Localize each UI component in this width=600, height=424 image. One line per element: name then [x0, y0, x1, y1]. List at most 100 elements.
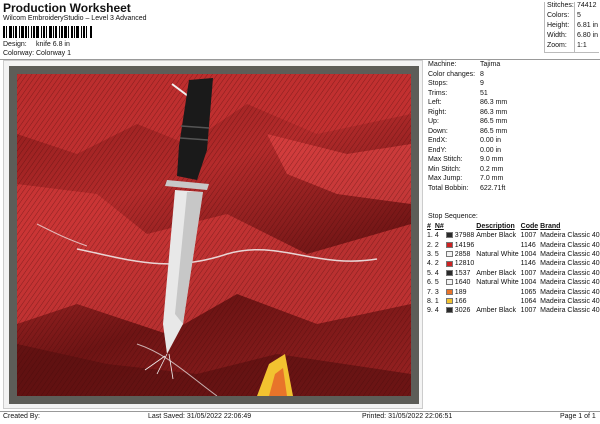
- stitch-count: 14196: [454, 241, 475, 249]
- thread-brand: Madeira Classic 40: [540, 288, 600, 296]
- color-swatch: [445, 307, 453, 314]
- thread-code: 1064: [520, 297, 537, 305]
- thread-description: [475, 287, 519, 296]
- thread-description: [475, 240, 519, 249]
- stop-index: 8.: [427, 297, 433, 305]
- thread-code: 1007: [520, 269, 537, 277]
- page-title: Production Worksheet: [3, 1, 131, 15]
- stitch-count: 37988: [454, 232, 475, 240]
- page-number: Page 1 of 1: [560, 413, 596, 420]
- stop-index: 3.: [427, 250, 433, 258]
- machine-specs: Machine: Tajima Color changes: 8 Stops: 9 T…: [426, 60, 600, 193]
- stop-sequence-title: Stop Sequence:: [428, 213, 478, 220]
- needle-number: 4: [434, 269, 439, 277]
- thread-description: [475, 297, 519, 306]
- needle-number: 4: [434, 232, 439, 240]
- spec-row: Max Jump: 7.0 mm: [428, 175, 504, 182]
- spec-row: Down: 86.5 mm: [428, 127, 508, 135]
- thread-code: 1007: [520, 232, 537, 240]
- stitch-count: 1640: [454, 279, 471, 287]
- table-row: 7. 3 189 1065 Madeira Classic 40: [426, 287, 600, 296]
- thread-description: Amber Black: [476, 307, 516, 315]
- spec-row: Color changes: 8: [428, 70, 484, 78]
- needle-number: 2: [434, 260, 439, 268]
- needle-number: 3: [434, 288, 439, 296]
- spec-row: Left: 86.3 mm: [428, 99, 508, 106]
- summary-row: Stitches: 74412: [545, 2, 599, 12]
- needle-number: 2: [434, 241, 439, 249]
- table-row: 1. 4 37988 Amber Black 1007 Madeira Classic 4…: [426, 231, 600, 240]
- stop-index: 9.: [427, 307, 433, 315]
- stitch-count: 12810: [454, 260, 475, 268]
- thread-description: [475, 259, 519, 268]
- thread-code: 1007: [520, 307, 537, 315]
- printed-date: Printed: 31/05/2022 22:06:51: [362, 413, 453, 420]
- thread-code: 1065: [520, 288, 537, 296]
- color-swatch: [445, 260, 453, 267]
- design-preview: [3, 60, 423, 409]
- colorway-label: Colorway:: [3, 50, 35, 57]
- table-row: 5. 4 1537 Amber Black 1007 Madeira Classic 40: [426, 269, 600, 278]
- spec-row: EndX: 0.00 in: [428, 137, 502, 144]
- summary-row: Width: 6.80 in: [545, 32, 599, 42]
- colorway-value: Colorway 1: [36, 50, 72, 57]
- color-swatch: [445, 279, 453, 286]
- thread-brand: Madeira Classic 40: [540, 232, 600, 240]
- spec-row: Up: 86.5 mm: [428, 118, 508, 125]
- color-swatch: [445, 241, 453, 248]
- needle-number: 5: [434, 279, 439, 287]
- software-name: Wilcom EmbroideryStudio – Level 3 Advanc…: [3, 15, 147, 22]
- needle-number: 1: [434, 297, 439, 305]
- stitch-count: 2858: [454, 250, 471, 258]
- barcode: [3, 26, 101, 38]
- thread-brand: Madeira Classic 40: [540, 269, 600, 277]
- thread-brand: Madeira Classic 40: [540, 250, 600, 258]
- stop-index: 7.: [427, 288, 433, 296]
- thread-brand: Madeira Classic 40: [540, 279, 600, 287]
- color-swatch: [445, 232, 453, 239]
- stop-index: 6.: [427, 279, 433, 287]
- thread-brand: Madeira Classic 40: [540, 260, 600, 268]
- needle-number: 4: [434, 307, 439, 315]
- design-label: Design:: [3, 41, 27, 48]
- color-swatch: [445, 298, 453, 305]
- stitch-count: 166: [454, 297, 467, 305]
- stitch-count: 1537: [454, 269, 471, 277]
- needle-number: 5: [434, 250, 439, 258]
- footer: Created By: Last Saved: 31/05/2022 22:06…: [0, 412, 600, 424]
- spec-row: Max Stitch: 9.0 mm: [428, 156, 504, 163]
- thread-brand: Madeira Classic 40: [540, 307, 600, 315]
- stop-index: 1.: [427, 232, 433, 240]
- table-row: 2. 2 14196 1146 Madeira Classic 40: [426, 240, 600, 249]
- table-row: 9. 4 3026 Amber Black 1007 Madeira Classic 40: [426, 306, 600, 315]
- created-by: Created By:: [3, 413, 40, 420]
- stop-index: 2.: [427, 241, 433, 249]
- table-row: 8. 1 166 1064 Madeira Classic 40: [426, 297, 600, 306]
- thread-description: Natural White: [476, 250, 519, 258]
- color-swatch: [445, 251, 453, 258]
- thread-code: 1004: [520, 250, 537, 258]
- table-row: 6. 5 1640 Natural White 1004 Madeira Classic …: [426, 278, 600, 287]
- stop-index: 4.: [427, 260, 433, 268]
- color-swatch: [445, 288, 453, 295]
- thread-code: 1146: [520, 260, 536, 268]
- embroidery-artwork: [17, 74, 411, 396]
- design-row: Design: knife 6.8 in: [3, 41, 70, 48]
- design-value: knife 6.8 in: [36, 41, 70, 48]
- table-row: 4. 2 12810 1146 Madeira Classic 40: [426, 259, 600, 268]
- stitch-count: 3026: [454, 307, 471, 315]
- spec-row: Trims: 51: [428, 89, 488, 97]
- knife-artwork: [17, 74, 411, 396]
- summary-row: Zoom: 1:1: [545, 42, 599, 52]
- colorway-row: Colorway: Colorway 1: [3, 50, 71, 57]
- thread-description: Amber Black: [476, 232, 516, 240]
- spec-row: Stops: 9: [428, 80, 484, 87]
- thread-description: Amber Black: [476, 269, 516, 277]
- spec-row: Right: 86.3 mm: [428, 108, 508, 116]
- stop-sequence-table: # N# Description Code Brand 1. 4 37988 Ambe…: [426, 222, 600, 316]
- last-saved: Last Saved: 31/05/2022 22:06:49: [148, 413, 252, 420]
- thread-brand: Madeira Classic 40: [540, 297, 600, 305]
- table-row: 3. 5 2858 Natural White 1004 Madeira Classic …: [426, 250, 600, 259]
- thread-code: 1146: [520, 241, 536, 249]
- hoop-frame: [9, 66, 419, 404]
